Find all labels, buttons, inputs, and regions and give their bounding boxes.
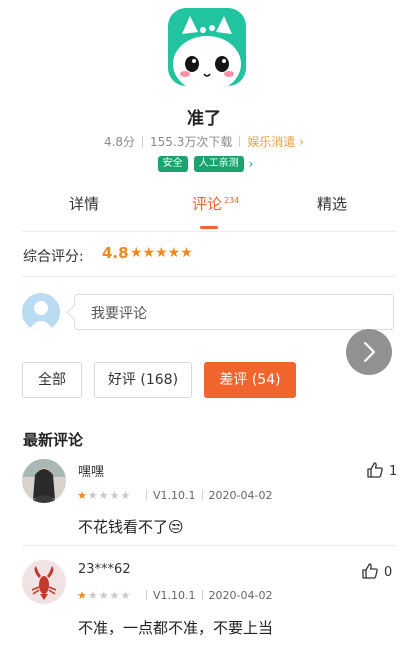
thumbs-up-icon <box>362 563 378 579</box>
comment-stars: ★★★★★ <box>77 589 131 602</box>
comment-username: 嘿嘿 <box>78 465 105 480</box>
rating-label: 综合评分: <box>23 249 84 265</box>
like-count: 1 <box>389 464 398 479</box>
comment-date: 2020-04-02 <box>208 489 273 502</box>
tab-comments-count: 234 <box>224 196 240 205</box>
avatar[interactable] <box>22 459 66 503</box>
app-tags[interactable]: 安全 人工亲测 › <box>0 156 408 172</box>
comment-text: 不准，一点都不准，不要上当 <box>78 619 274 637</box>
tab-active-indicator <box>200 226 218 229</box>
comment-meta: V1.10.1 2020-04-02 <box>140 489 272 502</box>
comment-input[interactable]: 我要评论 <box>66 294 394 330</box>
tab-comments-label: 评论 <box>192 195 223 213</box>
chevron-right-icon: › <box>299 135 305 149</box>
comment-username: 23***62 <box>78 562 131 577</box>
comment-stars: ★★★★★ <box>77 489 131 502</box>
like-count: 0 <box>384 565 393 580</box>
app-logo-icon <box>168 8 246 86</box>
tab-details[interactable]: 详情 <box>69 193 99 214</box>
rating-divider <box>22 276 396 277</box>
comment-meta: V1.10.1 2020-04-02 <box>140 589 272 602</box>
comment-input-placeholder: 我要评论 <box>91 306 147 322</box>
tab-details-label: 详情 <box>69 195 100 213</box>
chevron-right-icon: › <box>248 157 254 171</box>
tab-featured[interactable]: 精选 <box>317 193 347 214</box>
like-button[interactable]: 1 <box>366 461 397 479</box>
tag-safe: 安全 <box>157 156 188 172</box>
comment-stars-on: ★ <box>77 489 88 502</box>
comment-version: V1.10.1 <box>153 589 196 602</box>
rating-score: 4.8 <box>102 244 129 262</box>
app-meta-row: 4.8分 155.3万次下载 娱乐消遣 › <box>0 133 408 150</box>
app-category-label: 娱乐消遣 <box>247 135 296 149</box>
comment-input-notch <box>66 304 83 321</box>
tab-divider <box>22 231 396 232</box>
app-category-link[interactable]: 娱乐消遣 › <box>247 135 304 149</box>
tab-comments[interactable]: 评论 234 <box>192 193 239 214</box>
filter-all[interactable]: 全部 <box>22 362 82 398</box>
next-floating-button[interactable] <box>346 329 392 375</box>
tag-tested: 人工亲测 <box>193 156 244 172</box>
lobster-icon[interactable] <box>22 560 66 604</box>
comment-text: 不花钱看不了😒 <box>78 518 184 536</box>
comment-divider <box>22 545 396 546</box>
comment-date: 2020-04-02 <box>208 589 273 602</box>
comment-stars-off: ★★★★ <box>87 589 132 602</box>
filter-negative[interactable]: 差评 (54) <box>204 362 296 398</box>
app-name: 准了 <box>187 109 221 129</box>
comment-stars-off: ★★★★ <box>87 489 132 502</box>
tab-featured-label: 精选 <box>317 195 348 213</box>
like-button[interactable]: 0 <box>361 562 392 580</box>
rating-stars: ★★★★★ <box>130 245 193 261</box>
thumbs-up-icon <box>367 462 383 478</box>
comment-stars-on: ★ <box>77 589 88 602</box>
comment-version: V1.10.1 <box>153 489 196 502</box>
chevron-right-icon <box>363 341 376 363</box>
filter-positive[interactable]: 好评 (168) <box>94 362 192 398</box>
app-rating: 4.8分 <box>103 135 136 149</box>
section-title-latest: 最新评论 <box>23 431 84 449</box>
app-downloads: 155.3万次下载 <box>150 135 233 149</box>
user-avatar-icon <box>22 293 60 331</box>
